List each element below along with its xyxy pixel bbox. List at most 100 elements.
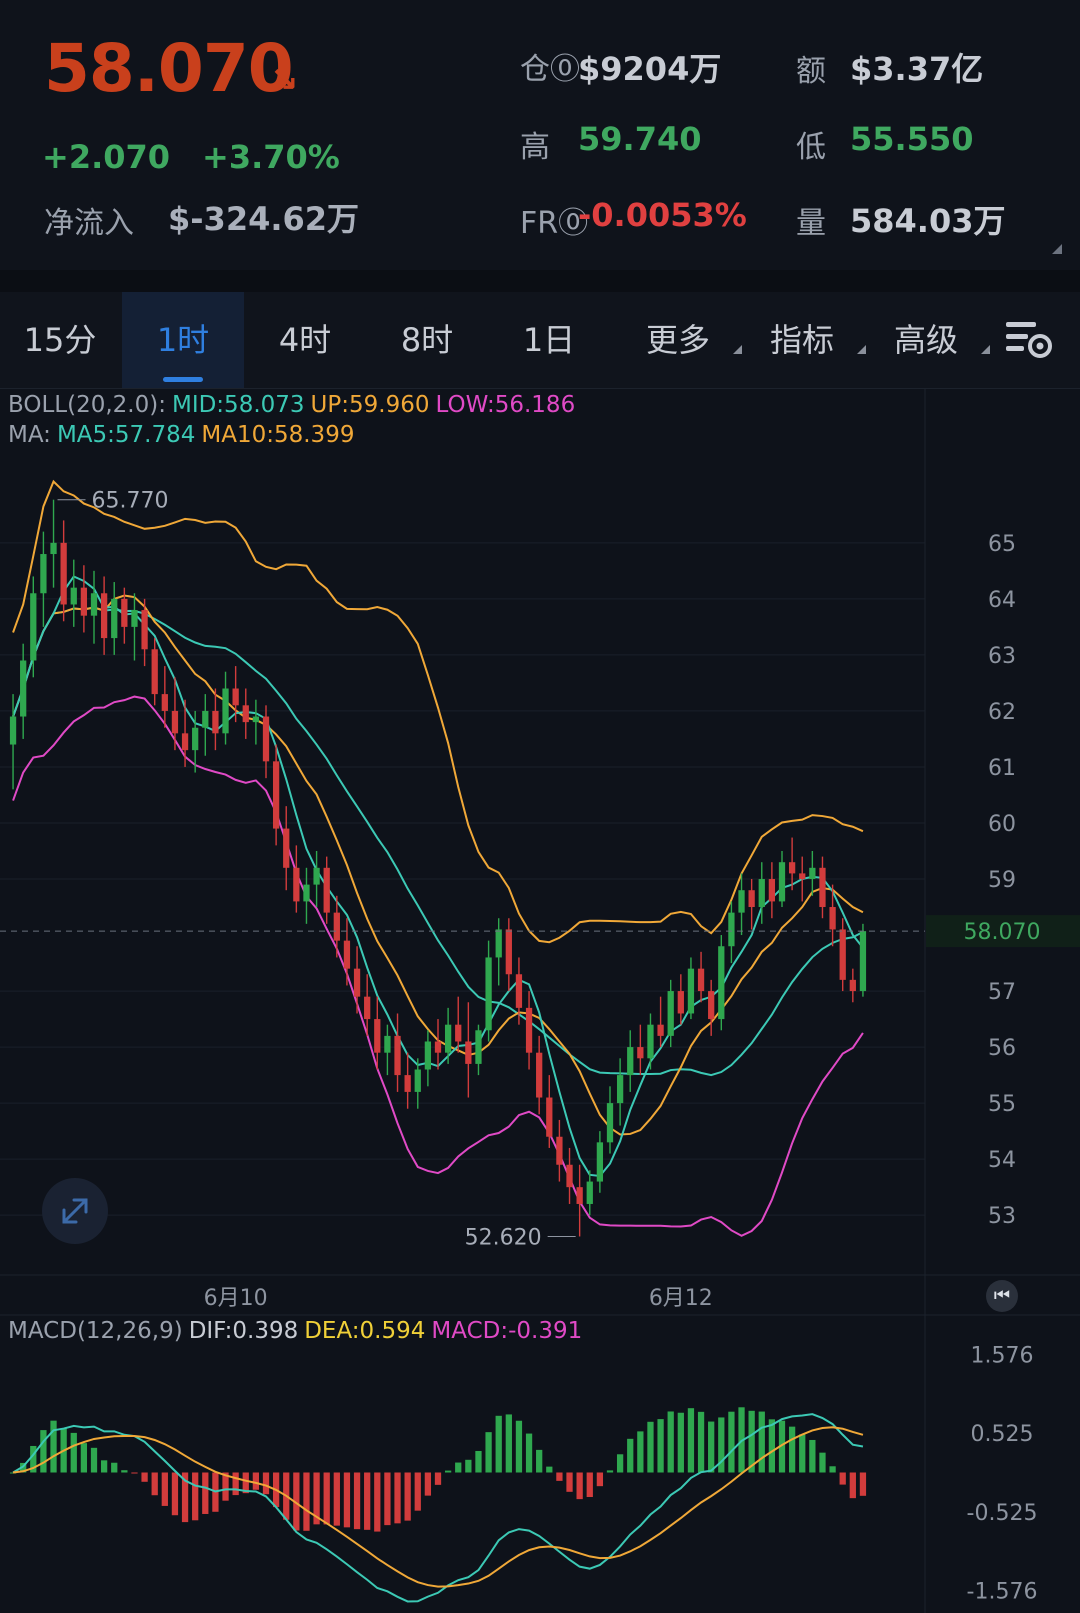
candle-body xyxy=(455,1024,462,1042)
ma5-line xyxy=(12,575,864,1178)
tab-15m[interactable]: 15分 xyxy=(0,292,120,388)
candle-body xyxy=(364,996,371,1020)
macd-histogram-bar xyxy=(546,1466,553,1473)
tab-advanced[interactable]: 高级 xyxy=(876,292,990,388)
change-percent: +3.70% xyxy=(202,138,340,176)
candle-body xyxy=(313,867,320,885)
candle-body xyxy=(343,940,351,969)
macd-histogram-bar xyxy=(859,1472,867,1496)
candle-body xyxy=(414,1069,421,1092)
divider xyxy=(0,270,1080,292)
price-tick-label: 53 xyxy=(988,1204,1016,1229)
macd-histogram-bar xyxy=(566,1472,573,1492)
jump-to-latest-button[interactable]: ⏮ xyxy=(986,1280,1018,1312)
candle-body xyxy=(657,1024,664,1036)
macd-histogram-bar xyxy=(829,1466,836,1473)
macd-histogram-bar xyxy=(353,1472,361,1530)
candle-body xyxy=(60,542,67,605)
funding-rate-value: -0.0053% xyxy=(578,196,747,234)
macd-histogram-bar xyxy=(536,1449,543,1473)
chart-settings-icon[interactable] xyxy=(1004,316,1054,362)
tab-4h[interactable]: 4时 xyxy=(244,292,366,388)
candle-body xyxy=(839,929,846,980)
macd-histogram-bar xyxy=(151,1472,158,1496)
candle-body xyxy=(566,1164,573,1188)
macd-histogram-bar xyxy=(809,1439,816,1473)
candle-body xyxy=(252,716,260,723)
candle-body xyxy=(799,873,806,880)
tab-more[interactable]: 更多 xyxy=(628,292,742,388)
candle-body xyxy=(9,716,17,745)
fullscreen-button[interactable] xyxy=(42,1178,108,1244)
macd-histogram-bar xyxy=(627,1438,634,1473)
candle-body xyxy=(576,1187,583,1204)
macd-histogram-bar xyxy=(404,1472,411,1521)
high-value: 59.740 xyxy=(578,120,702,158)
open-interest-label[interactable]: 仓⓪ xyxy=(520,44,580,88)
candle-body xyxy=(637,1047,644,1059)
tab-1h[interactable]: 1时 xyxy=(122,292,244,388)
candle-body xyxy=(647,1024,654,1059)
candle-body xyxy=(515,974,523,1008)
macd-histogram-bar xyxy=(232,1472,239,1496)
candle-body xyxy=(606,1103,614,1143)
macd-histogram-bar xyxy=(374,1472,381,1532)
candle-body xyxy=(131,610,138,627)
macd-histogram-bar xyxy=(80,1443,88,1473)
macd-histogram-bar xyxy=(455,1462,462,1473)
macd-histogram-bar xyxy=(364,1472,371,1530)
expand-corner-icon[interactable] xyxy=(1052,244,1062,254)
macd-histogram-bar xyxy=(262,1472,270,1495)
ticker-header: 58.070 ↘ +2.070 +3.70% 净流入 $-324.62万 仓⓪ … xyxy=(0,0,1080,270)
macd-histogram-bar xyxy=(768,1419,776,1473)
low-label: 低 xyxy=(796,130,826,165)
candle-body xyxy=(616,1075,624,1104)
price-tick-label: 55 xyxy=(988,1092,1016,1117)
macd-tick-label: 0.525 xyxy=(971,1422,1034,1447)
candle-body xyxy=(111,598,118,639)
tab-8h[interactable]: 8时 xyxy=(366,292,488,388)
price-down-arrow-icon: ↘ xyxy=(270,60,299,100)
dif-line xyxy=(12,1413,864,1603)
candle-body xyxy=(536,1052,543,1098)
candle-body xyxy=(161,694,168,711)
candle-body xyxy=(424,1041,432,1070)
tab-indicators[interactable]: 指标 xyxy=(752,292,866,388)
price-tick-label: 64 xyxy=(988,588,1016,613)
candle-body xyxy=(859,931,867,992)
macd-histogram-bar xyxy=(192,1472,199,1521)
candle-body xyxy=(485,957,492,1031)
time-axis-label: 6月12 xyxy=(649,1286,713,1311)
price-tick-label: 54 xyxy=(988,1148,1016,1173)
min-price-label: 52.620 xyxy=(465,1225,542,1250)
macd-histogram-bar xyxy=(637,1431,644,1473)
expand-icon xyxy=(62,1198,88,1224)
price-tick-label: 63 xyxy=(988,644,1016,669)
candle-body xyxy=(141,610,148,650)
macd-histogram-bar xyxy=(657,1419,664,1473)
candle-body xyxy=(394,1035,401,1076)
candle-body xyxy=(353,968,361,997)
amount-label: 额 xyxy=(796,54,826,89)
candle-body xyxy=(546,1097,553,1137)
dropdown-corner-icon xyxy=(981,345,990,354)
macd-histogram-bar xyxy=(728,1411,735,1473)
candle-body xyxy=(788,862,796,874)
candle-body xyxy=(465,1041,472,1064)
tab-1d[interactable]: 1日 xyxy=(488,292,610,388)
candle-body xyxy=(404,1075,411,1092)
price-chart[interactable]: 65 64 63 62 61 60 59 57 56 55 54 53 65.770 52.620 58.0… xyxy=(0,388,1080,1613)
active-tab-indicator xyxy=(163,377,203,382)
candle-body xyxy=(303,884,310,902)
macd-tick-label: -0.525 xyxy=(967,1501,1038,1526)
candle-body xyxy=(384,1035,391,1053)
candle-body xyxy=(283,828,290,868)
candle-body xyxy=(262,716,270,762)
dea-line xyxy=(12,1426,864,1588)
candle-body xyxy=(293,867,300,902)
macd-histogram-bar xyxy=(485,1432,492,1473)
candle-body xyxy=(667,991,674,1036)
candle-body xyxy=(151,649,158,695)
macd-histogram-bar xyxy=(202,1472,209,1514)
candle-body xyxy=(829,907,836,930)
